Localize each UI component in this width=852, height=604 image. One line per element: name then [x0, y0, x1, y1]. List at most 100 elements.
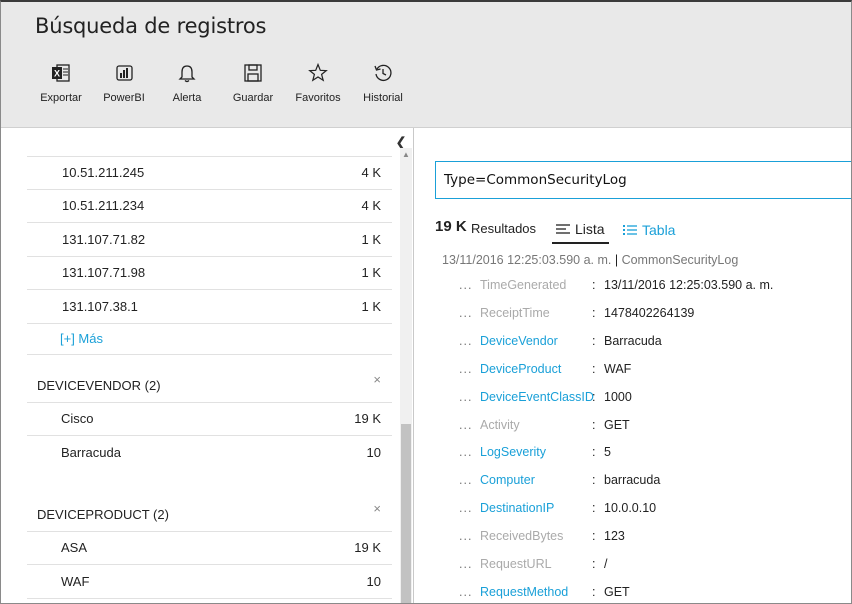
field-menu-icon[interactable]: ...	[459, 306, 480, 320]
facet-count: 19 K	[354, 540, 381, 556]
favorites-button[interactable]: Favoritos	[286, 62, 350, 104]
scroll-thumb[interactable]	[401, 424, 411, 603]
field-menu-icon[interactable]: ...	[459, 390, 480, 404]
field-colon: :	[592, 417, 596, 432]
field-name[interactable]: DeviceEventClassID	[480, 390, 594, 404]
field-value: WAF	[604, 361, 632, 376]
close-icon[interactable]: ×	[373, 372, 381, 387]
record-field-row: ... Activity: GET	[459, 415, 849, 435]
field-colon: :	[592, 501, 596, 516]
field-name[interactable]: DeviceProduct	[480, 362, 592, 376]
history-label: Historial	[363, 92, 403, 104]
record-source: CommonSecurityLog	[621, 253, 739, 267]
log-search-window: Búsqueda de registros X Exportar PowerBI…	[0, 0, 852, 604]
facet-row[interactable]: 131.107.71.98 1 K	[27, 257, 392, 290]
record-header: 13/11/2016 12:25:03.590 a. m. | CommonSe…	[442, 253, 738, 267]
close-icon[interactable]: ×	[373, 501, 381, 516]
facet-value: 131.107.71.82	[62, 231, 146, 247]
facet-count: 10	[366, 573, 381, 589]
field-name[interactable]: DestinationIP	[480, 501, 592, 515]
page-title: Búsqueda de registros	[35, 14, 267, 38]
save-icon	[241, 62, 265, 86]
facet-row[interactable]: 10.51.211.234 4 K	[27, 190, 392, 223]
field-name: ReceivedBytes	[480, 529, 564, 544]
field-menu-icon[interactable]: ...	[459, 529, 480, 543]
record-field-row: ... DestinationIP:10.0.0.10	[459, 498, 849, 518]
field-name[interactable]: Computer	[480, 473, 592, 487]
facet-row[interactable]: Cisco 19 K	[27, 403, 392, 436]
facet-scrollbar[interactable]: ▲	[400, 148, 412, 603]
record-field-row: ... DeviceVendor: Barracuda	[459, 331, 849, 351]
history-icon	[371, 62, 395, 86]
history-button[interactable]: Historial	[351, 62, 415, 104]
field-menu-icon[interactable]: ...	[459, 362, 480, 376]
header: Búsqueda de registros X Exportar PowerBI…	[1, 2, 851, 128]
field-name[interactable]: RequestMethod	[480, 585, 592, 599]
save-button[interactable]: Guardar	[221, 62, 285, 104]
field-value: /	[604, 557, 608, 571]
scroll-up-icon[interactable]: ▲	[400, 150, 412, 160]
field-menu-icon[interactable]: ...	[459, 473, 480, 487]
results-count: 19 K	[435, 218, 467, 235]
field-colon: :	[592, 584, 596, 599]
field-menu-icon[interactable]: ...	[459, 501, 480, 515]
facet-row[interactable]: 131.107.38.1 1 K	[27, 290, 392, 324]
field-value: GET	[604, 584, 630, 599]
field-name: Activity	[480, 417, 520, 432]
field-value: 10.0.0.10	[604, 501, 657, 516]
field-value: GET	[604, 417, 630, 432]
record-time: 13/11/2016 12:25:03.590 a. m.	[442, 253, 612, 267]
record-field-row: ... RequestURL: /	[459, 554, 849, 574]
field-value: 123	[604, 529, 625, 544]
field-colon: :	[592, 389, 596, 404]
field-colon: :	[592, 445, 596, 460]
field-name[interactable]: LogSeverity	[480, 445, 592, 459]
field-colon: :	[592, 529, 596, 544]
field-name[interactable]: DeviceVendor	[480, 334, 592, 348]
facet-row[interactable]: 131.107.71.82 1 K	[27, 223, 392, 257]
field-value: 13/11/2016 12:25:03.590 a. m.	[604, 278, 774, 292]
more-link[interactable]: [+] Más	[27, 324, 392, 355]
export-button[interactable]: X Exportar	[29, 62, 93, 104]
powerbi-button[interactable]: PowerBI	[92, 62, 156, 104]
field-colon: :	[592, 557, 596, 571]
facet-row[interactable]: ASA 19 K	[27, 532, 392, 565]
tab-lista[interactable]: Lista	[552, 216, 609, 244]
tab-lista-label: Lista	[575, 221, 605, 237]
field-menu-icon[interactable]: ...	[459, 585, 480, 599]
record-field-row: ... RequestMethod: GET	[459, 582, 849, 602]
facet-group-deviceproduct: DEVICEPRODUCT (2) ×	[27, 499, 392, 532]
facet-count: 19 K	[354, 411, 381, 427]
powerbi-label: PowerBI	[103, 92, 145, 104]
field-menu-icon[interactable]: ...	[459, 278, 480, 292]
facet-group-title: DEVICEVENDOR (2)	[37, 378, 161, 393]
field-menu-icon[interactable]: ...	[459, 334, 480, 348]
facet-group-devicevendor: DEVICEVENDOR (2) ×	[27, 370, 392, 403]
record-field-row: ... TimeGenerated:13/11/2016 12:25:03.590…	[459, 275, 849, 295]
record-field-row: ... DeviceProduct: WAF	[459, 359, 849, 379]
search-query-input[interactable]: Type=CommonSecurityLog	[435, 161, 851, 199]
export-label: Exportar	[40, 92, 82, 104]
field-menu-icon[interactable]: ...	[459, 557, 480, 571]
alert-button[interactable]: Alerta	[155, 62, 219, 104]
facet-count: 4 K	[361, 165, 381, 181]
facet-group-title: DEVICEPRODUCT (2)	[37, 507, 169, 522]
facet-list: 10.51.211.245 4 K 10.51.211.234 4 K 131.…	[27, 156, 392, 599]
facet-count: 1 K	[361, 298, 381, 314]
record-separator: |	[611, 253, 622, 267]
facet-row[interactable]: Barracuda 10	[27, 436, 392, 470]
table-icon	[623, 225, 637, 235]
facet-value: 10.51.211.234	[62, 198, 145, 214]
facet-row[interactable]: WAF 10	[27, 565, 392, 599]
record-field-row: ... ReceivedBytes:123	[459, 526, 849, 546]
facet-panel: ❮ ▲ 10.51.211.245 4 K 10.51.211.234 4 K …	[1, 128, 414, 603]
field-colon: :	[592, 278, 596, 292]
star-icon	[306, 62, 330, 86]
facet-row[interactable]: 10.51.211.245 4 K	[27, 156, 392, 190]
field-value: Barracuda	[604, 333, 662, 348]
facet-count: 1 K	[361, 265, 381, 281]
field-menu-icon[interactable]: ...	[459, 445, 480, 459]
facet-value: Cisco	[61, 411, 94, 427]
field-menu-icon[interactable]: ...	[459, 418, 480, 432]
tab-tabla[interactable]: Tabla	[623, 216, 675, 244]
